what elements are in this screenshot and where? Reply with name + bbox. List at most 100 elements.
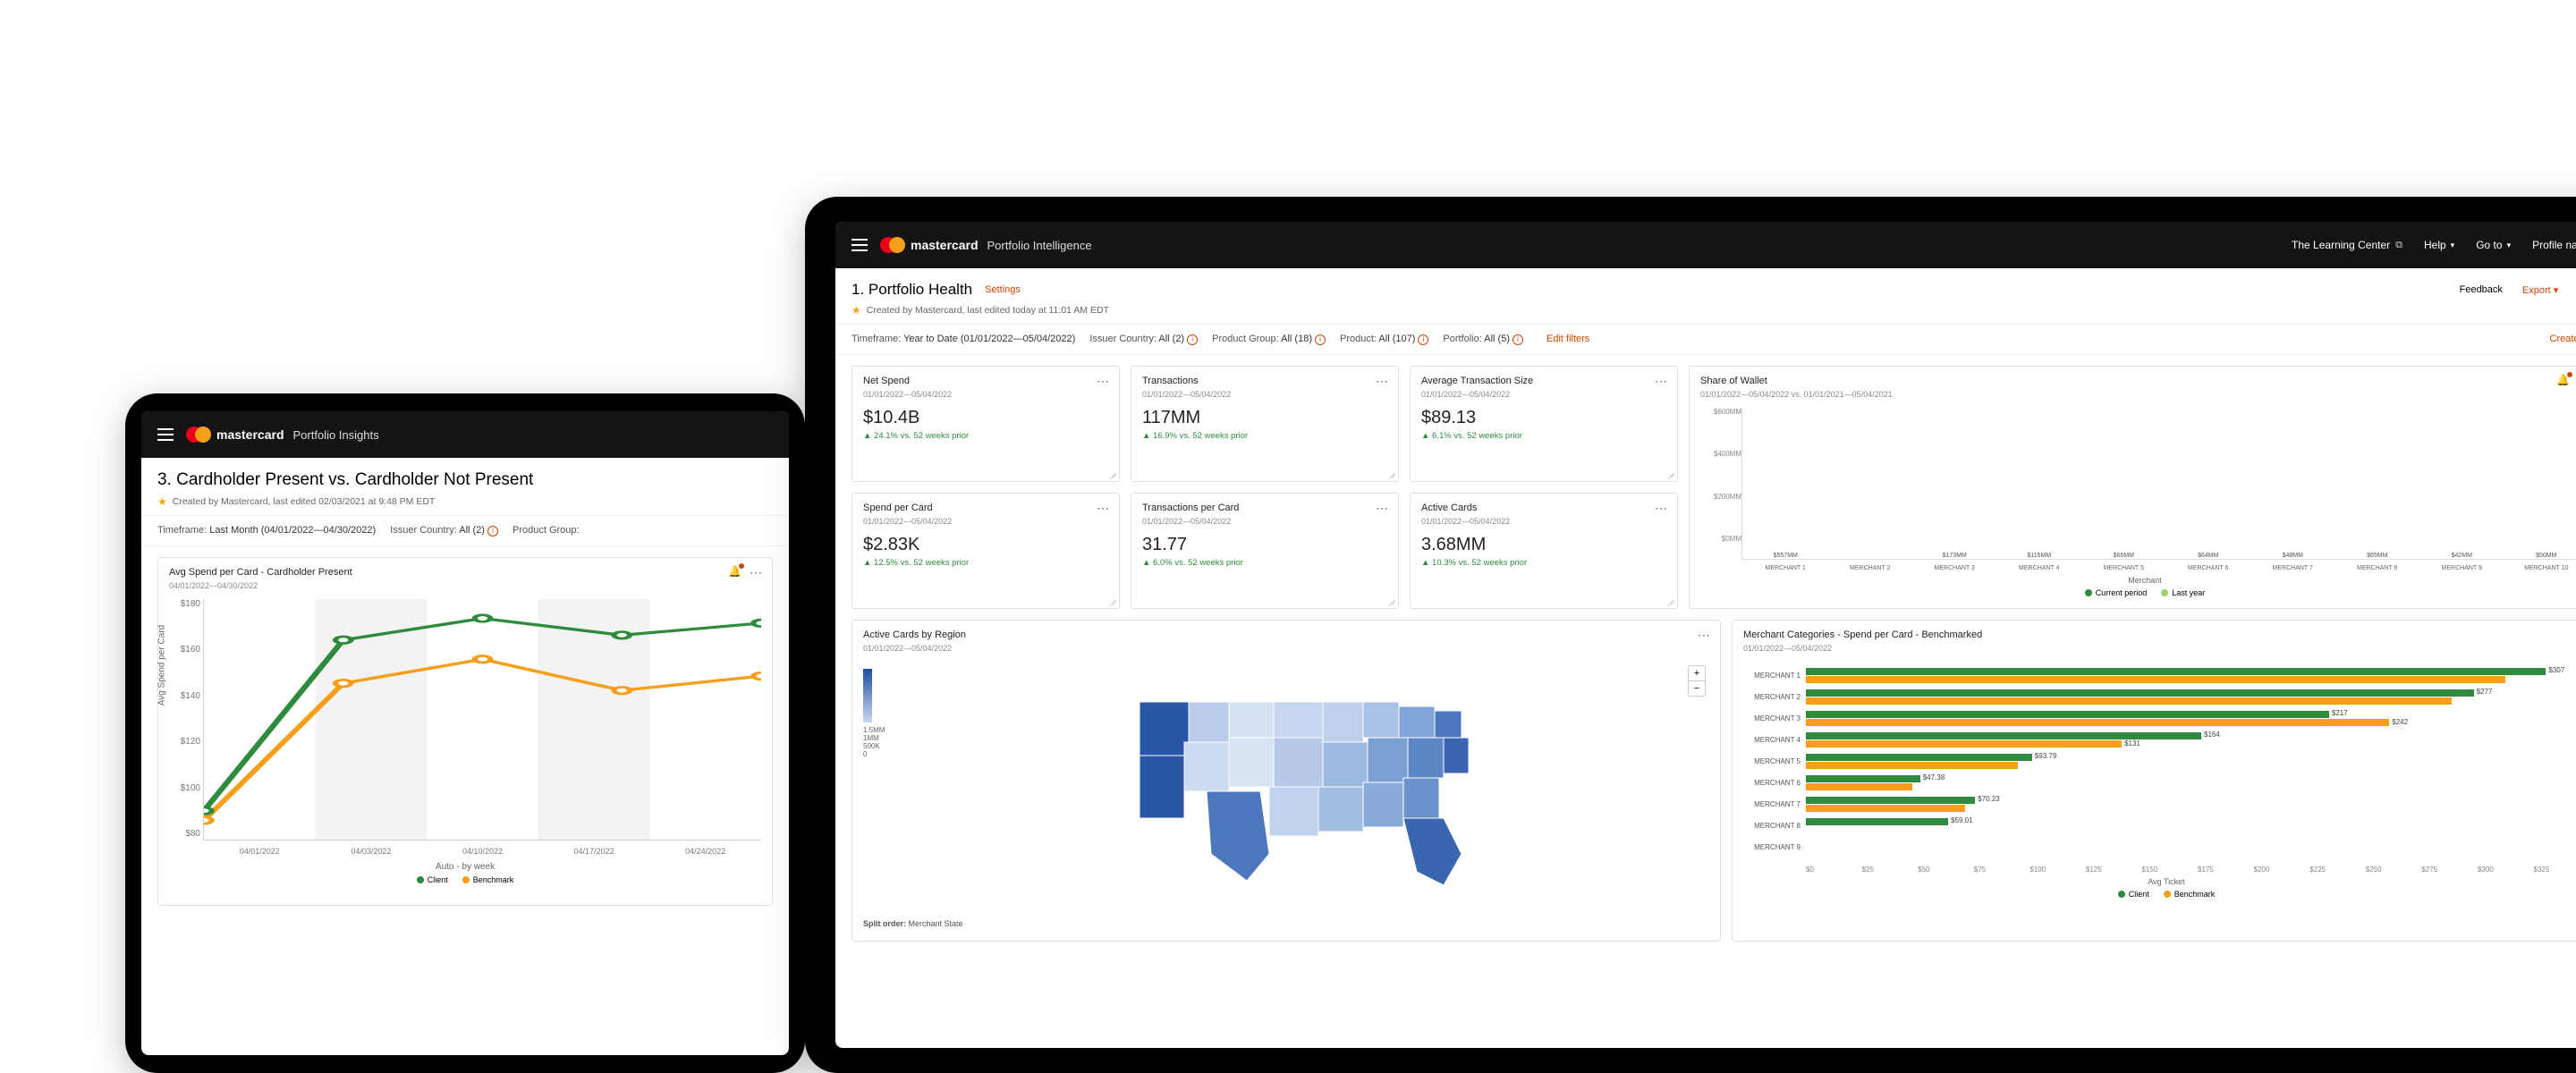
kpi-card: Net Spend ⋯ 01/01/2022—05/04/2022 $10.4B… [852,366,1120,482]
page-header-left: 3. Cardholder Present vs. Cardholder Not… [141,458,789,516]
zoom-control: + − [1688,665,1706,697]
kpi-date: 01/01/2022—05/04/2022 [863,390,1108,399]
card-menu-icon[interactable]: ⋯ [1376,501,1389,516]
map-legend-zero: 0 [863,750,910,758]
sow-legend-b: Last year [2172,588,2205,597]
nav-profile[interactable]: Profile name▾ [2532,239,2576,251]
card-menu-icon[interactable]: ⋯ [1376,374,1389,389]
kpi-value: 117MM [1142,408,1387,428]
resize-handle[interactable] [1107,596,1116,605]
resize-handle[interactable] [1665,469,1674,478]
hbar-row: MERCHANT 2 $277 [1743,687,2576,708]
us-map[interactable] [910,662,1709,912]
nav-help[interactable]: Help▾ [2424,239,2454,251]
f-portfolio-lbl: Portfolio: [1443,334,1481,344]
y-axis-label: Avg Spend per Card [157,625,167,705]
sow-y-ticks: $600MM$400MM$200MM$0MM [1700,408,1741,560]
card-menu-icon[interactable]: ⋯ [1698,628,1711,643]
content-left: Avg Spend per Card - Cardholder Present … [141,546,789,1056]
chevron-down-icon: ▾ [2507,241,2512,250]
hbar-row: MERCHANT 7 $70.23 [1743,794,2576,815]
zoom-in-button[interactable]: + [1689,666,1705,681]
chevron-down-icon: ▾ [2451,241,2455,250]
hamburger-icon[interactable] [157,428,174,441]
export-link[interactable]: Export ▾ [2522,284,2558,296]
map-legend: 1.5MM 1MM 500K 0 [863,662,910,912]
kpi-delta: ▲ 16.9% vs. 52 weeks prior [1142,431,1387,441]
sow-title: Share of Wallet [1700,376,2576,386]
kpi-card: Spend per Card ⋯ 01/01/2022—05/04/2022 $… [852,493,1120,609]
info-icon[interactable]: i [1187,334,1198,345]
create-card-link[interactable]: Create card [2550,334,2576,344]
brand-logo: mastercard [880,237,979,253]
f-issuer-val[interactable]: All (2) [1158,334,1184,344]
topbar-left: mastercard Portfolio Insights [141,411,789,458]
kpi-title: Transactions [1142,376,1387,386]
nav-learning-center[interactable]: The Learning Center⧉ [2292,239,2402,251]
kpi-delta: ▲ 6.0% vs. 52 weeks prior [1142,558,1387,568]
card-menu-icon[interactable]: ⋯ [1097,374,1110,389]
page-meta-right: Created by Mastercard, last edited today… [867,305,1109,316]
kpi-title: Active Cards [1421,503,1666,513]
map-legend-max: 1.5MM [863,726,910,734]
nav-goto[interactable]: Go to▾ [2476,239,2511,251]
legend-client: Client [428,875,448,884]
f-issuer-lbl: Issuer Country: [1089,334,1157,344]
filter-bar-right: Timeframe: Year to Date (01/01/2022—05/0… [835,325,2576,355]
info-icon[interactable]: i [1513,334,1523,345]
card-menu-icon[interactable]: ⋯ [1655,374,1668,389]
hbar-row: MERCHANT 6 $47.38 [1743,773,2576,794]
info-icon[interactable]: i [487,526,498,536]
filter-timeframe-value[interactable]: Last Month (04/01/2022—04/30/2022) [209,525,376,536]
kpi-delta: ▲ 24.1% vs. 52 weeks prior [863,431,1108,441]
settings-link[interactable]: Settings [985,284,1021,295]
resize-handle[interactable] [1107,469,1116,478]
line-card-title: Avg Spend per Card - Cardholder Present [169,567,761,578]
kpi-value: 31.77 [1142,535,1387,555]
resize-handle[interactable] [1386,596,1395,605]
f-pgroup-val[interactable]: All (18) [1281,334,1312,344]
line-card-date: 04/01/2022—04/30/2022 [169,581,761,590]
kpi-card: Transactions per Card ⋯ 01/01/2022—05/04… [1131,493,1399,609]
hbar-legend: Client Benchmark [1743,890,2576,899]
feedback-link[interactable]: Feedback [2460,284,2503,295]
resize-handle[interactable] [1386,469,1395,478]
filter-timeframe-label: Timeframe: [157,525,207,536]
hbar-row: MERCHANT 9 [1743,837,2576,858]
split-order: Split order: Merchant State [863,919,1709,928]
card-menu-icon[interactable]: ⋯ [750,565,763,580]
kpi-date: 01/01/2022—05/04/2022 [1142,517,1387,526]
kpi-date: 01/01/2022—05/04/2022 [1421,390,1666,399]
bell-icon[interactable]: 🔔 [728,565,741,578]
kpi-delta: ▲ 10.3% vs. 52 weeks prior [1421,558,1666,568]
card-menu-icon[interactable]: ⋯ [1097,501,1110,516]
filter-issuer-value[interactable]: All (2) [459,525,485,536]
card-menu-icon[interactable]: ⋯ [1655,501,1668,516]
edit-filters-link[interactable]: Edit filters [1546,334,1589,344]
hbar-title: Merchant Categories - Spend per Card - B… [1743,629,2576,640]
f-portfolio-val[interactable]: All (5) [1484,334,1510,344]
star-icon[interactable]: ★ [852,304,861,317]
sow-legend: Current period Last year [1700,588,2576,597]
resize-handle[interactable] [1665,596,1674,605]
hamburger-icon[interactable] [852,239,868,251]
kpi-date: 01/01/2022—05/04/2022 [863,517,1108,526]
kpi-value: $2.83K [863,535,1108,555]
y-ticks: $180$160$140$120$100$80 [170,599,200,840]
legend-benchmark: Benchmark [473,875,514,884]
sow-chart: $600MM$400MM$200MM$0MM $557MM MERCHANT 1… [1700,408,2576,560]
sow-date: 01/01/2022—05/04/2022 vs. 01/01/2021—05/… [1700,390,2576,399]
hbar-row: MERCHANT 4 $164 $131 [1743,730,2576,751]
app-name-left: Portfolio Insights [293,428,379,442]
bell-icon[interactable]: 🔔 [2556,374,2570,386]
info-icon[interactable]: i [1315,334,1326,345]
star-icon[interactable]: ★ [157,495,167,508]
f-product-val[interactable]: All (107) [1378,334,1415,344]
kpi-value: $10.4B [863,408,1108,428]
page-header-right: 1. Portfolio Health Settings Feedback Ex… [835,268,2576,325]
info-icon[interactable]: i [1418,334,1428,345]
line-svg [204,599,761,840]
map-legend-mid: 1MM [863,734,910,742]
f-timeframe-val[interactable]: Year to Date (01/01/2022—05/04/2022) [903,334,1075,344]
zoom-out-button[interactable]: − [1689,681,1705,696]
